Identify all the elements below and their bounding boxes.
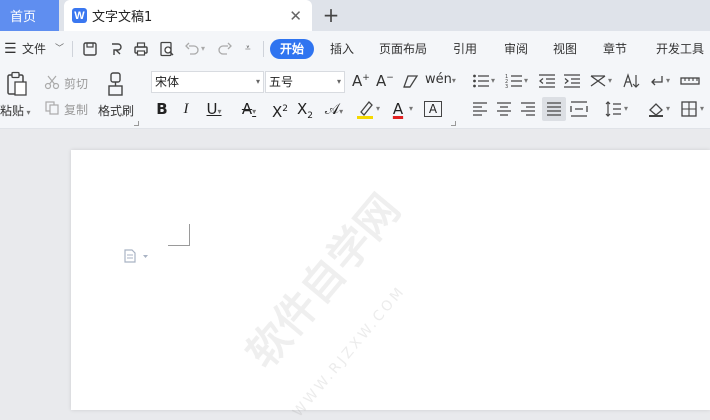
cut-button[interactable]: 剪切 [64,75,88,92]
undo-dropdown-icon: ▾ [201,44,206,53]
align-left-icon[interactable] [472,101,488,117]
font-color-dropdown-icon[interactable]: ▾ [409,104,413,113]
document-canvas[interactable]: 软件自学网 WWW.RJZXW.COM [0,130,710,420]
separator [263,41,264,57]
numbering-dropdown-icon[interactable]: ▾ [524,76,528,85]
close-tab-icon[interactable]: ✕ [289,7,302,25]
tab-review[interactable]: 审阅 [504,31,528,67]
document-tab[interactable]: W 文字文稿1 ✕ [64,0,312,31]
menu-bar: ☰ 文件 ﹀ ▾ ⩡ 开始 插入 页面布局 引用 审阅 视图 章节 开发工具 [0,31,710,67]
tab-references[interactable]: 引用 [453,31,477,67]
chinese-layout-icon[interactable] [589,73,607,89]
character-border-icon[interactable]: A [424,101,442,117]
format-painter-button[interactable]: 格式刷 [98,102,134,119]
sort-icon[interactable] [622,73,640,89]
page-margin-corner-mark [168,224,190,246]
underline-icon[interactable]: U▾ [201,98,227,120]
borders-dropdown-icon[interactable]: ▾ [700,104,704,113]
clear-formatting-icon[interactable] [401,74,419,90]
font-size-value: 五号 [269,75,294,89]
bold-icon[interactable]: B [154,98,170,120]
marks-dropdown-icon[interactable]: ▾ [666,76,670,85]
copy-icon[interactable] [44,100,60,116]
document-tab-label: 文字文稿1 [92,10,153,25]
redo-icon [218,42,232,55]
separator [72,41,73,57]
tab-chapter[interactable]: 章节 [603,31,627,67]
line-spacing-icon[interactable] [604,100,622,118]
shading-icon[interactable] [647,100,665,118]
tab-start[interactable]: 开始 [270,39,314,59]
writer-doc-icon: W [72,8,87,23]
new-tab-button[interactable]: + [320,3,342,27]
title-bar: 首页 W 文字文稿1 ✕ + [0,0,710,31]
font-size-select[interactable]: 五号 ▾ [265,71,345,93]
justify-button[interactable] [542,97,566,121]
highlight-dropdown-icon[interactable]: ▾ [376,104,380,113]
decrease-indent-icon[interactable] [538,73,556,89]
table-tools-icon[interactable] [680,73,700,89]
home-tab-label: 首页 [10,10,37,25]
copy-button[interactable]: 复制 [64,101,88,118]
plus-icon: + [322,3,340,27]
chinese-layout-dropdown-icon[interactable]: ▾ [608,76,612,85]
tab-insert[interactable]: 插入 [330,31,354,67]
home-tab[interactable]: 首页 [0,0,59,31]
numbered-list-icon[interactable]: 123 [505,73,523,89]
chevron-down-icon: ▾ [336,77,341,86]
tab-view[interactable]: 视图 [553,31,577,67]
increase-font-size-icon[interactable]: A+ [352,72,370,90]
highlight-pen-icon[interactable] [355,98,375,120]
paste-button[interactable]: 粘贴 ▾ [0,102,31,119]
subscript-icon[interactable]: X2 [295,98,315,121]
file-menu[interactable]: 文件 [22,31,46,67]
undo-icon [185,42,199,55]
clipboard-group-launcher-icon[interactable] [134,121,139,126]
chevron-down-icon[interactable]: ﹀ [55,31,64,67]
tab-developer-tools[interactable]: 开发工具 [656,31,704,67]
chevron-down-icon: ▾ [255,77,260,86]
svg-text:3: 3 [505,84,508,89]
phonetic-guide-icon[interactable]: wén▾ [425,72,456,87]
show-hide-marks-icon[interactable] [648,73,666,89]
print-preview-icon[interactable] [158,40,176,58]
font-name-select[interactable]: 宋体 ▾ [151,71,264,93]
bullet-dropdown-icon[interactable]: ▾ [491,76,495,85]
decrease-font-size-icon[interactable]: A− [376,72,394,90]
customize-toolbar-icon[interactable]: ⩡ [245,31,251,67]
distributed-align-icon[interactable] [570,100,588,118]
save-icon[interactable] [81,40,99,58]
ribbon-toolbar: 粘贴 ▾ 剪切 复制 格式刷 宋体 ▾ 五号 ▾ A+ A− wén▾ B I … [0,67,710,129]
print-icon[interactable] [132,40,150,58]
output-as-pdf-icon[interactable] [107,40,125,58]
increase-indent-icon[interactable] [563,73,581,89]
text-effect-icon[interactable]: 𝒜▾ [321,98,347,120]
strikethrough-icon[interactable]: A▾ [236,98,262,120]
paragraph-layout-icon[interactable] [123,249,149,263]
paste-icon[interactable] [5,71,29,97]
font-color-icon[interactable]: A [389,98,407,120]
font-name-value: 宋体 [155,75,180,89]
document-page[interactable] [71,150,710,410]
bullet-list-icon[interactable] [472,73,490,89]
superscript-icon[interactable]: X2 [270,98,290,121]
hamburger-menu-icon[interactable]: ☰ [4,31,17,67]
scissors-icon[interactable] [44,74,60,90]
align-center-icon[interactable] [496,101,512,117]
line-spacing-dropdown-icon[interactable]: ▾ [624,104,628,113]
tab-page-layout[interactable]: 页面布局 [379,31,427,67]
paste-label: 粘贴 [0,104,25,118]
shading-dropdown-icon[interactable]: ▾ [666,104,670,113]
tab-start-label: 开始 [279,42,304,56]
italic-icon[interactable]: I [178,98,194,120]
align-right-icon[interactable] [520,101,536,117]
font-group-launcher-icon[interactable] [451,121,456,126]
borders-icon[interactable] [680,100,698,118]
justify-icon [547,102,561,116]
format-painter-icon[interactable] [106,71,126,97]
